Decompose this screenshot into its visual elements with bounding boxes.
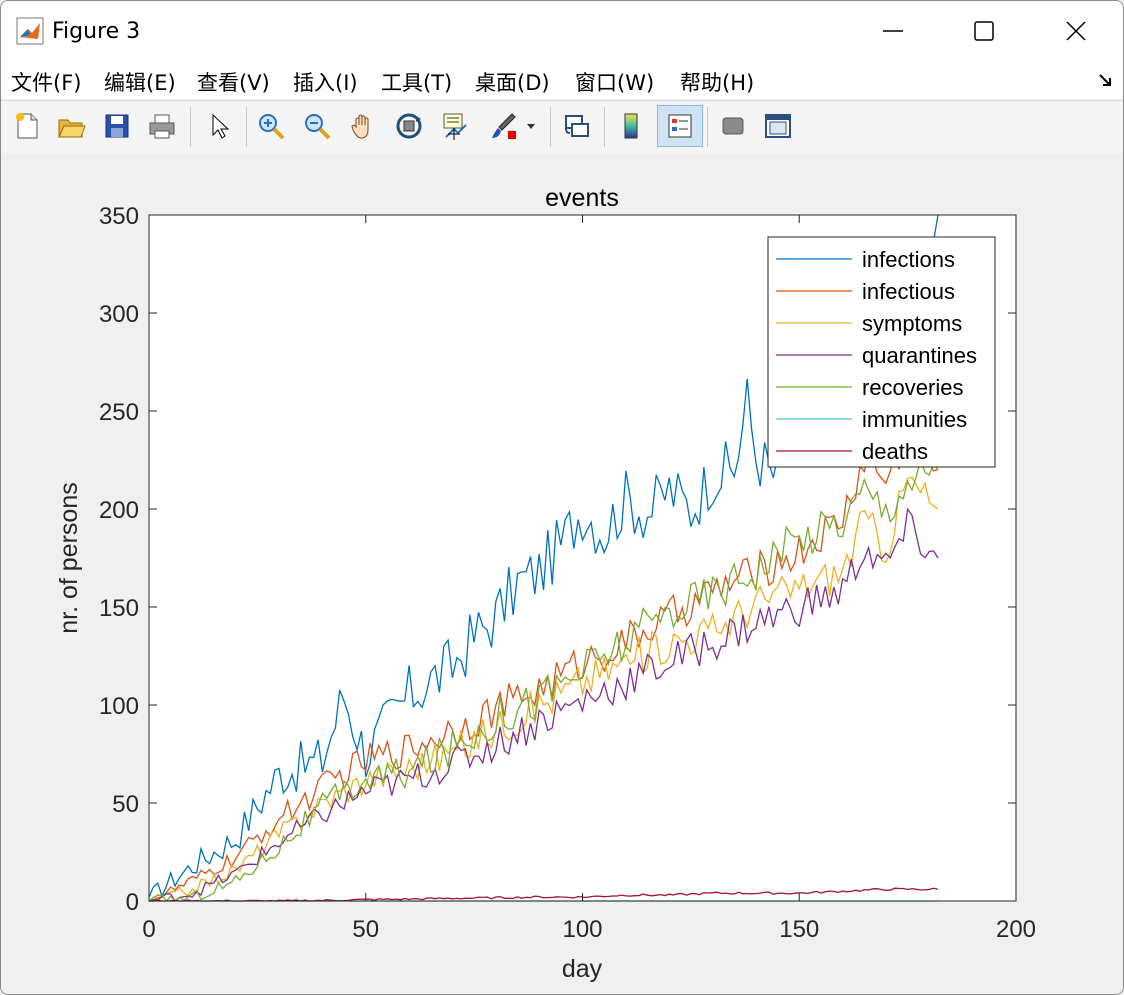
link-plot-icon[interactable] xyxy=(557,105,597,147)
legend-entry-infectious: infectious xyxy=(862,279,955,304)
menu-desktop[interactable]: 桌面(D) xyxy=(475,67,550,97)
maximize-icon xyxy=(974,21,994,41)
menu-window[interactable]: 窗口(W) xyxy=(575,67,654,97)
y-tick-label: 300 xyxy=(99,301,139,328)
toolbar xyxy=(1,100,1123,154)
brush-dropdown-icon[interactable] xyxy=(521,105,541,147)
maximize-button[interactable] xyxy=(938,1,1030,61)
y-tick-label: 200 xyxy=(99,497,139,524)
menu-edit[interactable]: 编辑(E) xyxy=(104,67,176,97)
data-cursor-icon[interactable] xyxy=(435,105,475,147)
hide-plot-tools-icon[interactable] xyxy=(713,105,753,147)
open-file-icon[interactable] xyxy=(51,105,91,147)
menu-view[interactable]: 查看(V) xyxy=(197,67,270,97)
legend-entry-immunities: immunities xyxy=(862,407,967,432)
matlab-app-icon xyxy=(16,17,44,45)
y-tick-label: 100 xyxy=(99,693,139,720)
close-button[interactable] xyxy=(1030,1,1122,61)
y-tick-label: 350 xyxy=(99,203,139,230)
show-plot-tools-icon[interactable] xyxy=(758,105,798,147)
legend[interactable]: infections infectious symptoms quarantines r… xyxy=(767,236,996,468)
y-tick-label: 150 xyxy=(99,595,139,622)
pan-hand-icon[interactable] xyxy=(343,105,383,147)
legend-entry-quarantines: quarantines xyxy=(862,343,977,368)
menu-insert[interactable]: 插入(I) xyxy=(293,67,358,97)
menu-bar: 文件(F) 编辑(E) 查看(V) 插入(I) 工具(T) 桌面(D) 窗口(W… xyxy=(1,61,1123,99)
menu-tools[interactable]: 工具(T) xyxy=(381,67,452,97)
y-tick-label: 250 xyxy=(99,399,139,426)
x-tick-label: 200 xyxy=(996,916,1036,943)
x-tick-label: 100 xyxy=(562,916,602,943)
minimize-button[interactable] xyxy=(847,1,939,61)
legend-entry-recoveries: recoveries xyxy=(862,375,963,400)
zoom-in-icon[interactable] xyxy=(251,105,291,147)
legend-icon[interactable] xyxy=(657,105,703,147)
new-figure-icon[interactable] xyxy=(7,105,47,147)
x-axis-label: day xyxy=(562,955,603,983)
menu-help[interactable]: 帮助(H) xyxy=(680,67,754,97)
legend-entry-deaths: deaths xyxy=(862,439,928,464)
print-icon[interactable] xyxy=(142,105,182,147)
colorbar-icon[interactable] xyxy=(611,105,651,147)
close-icon xyxy=(1066,21,1086,41)
x-tick-label: 150 xyxy=(779,916,819,943)
figure-window: Figure 3 文件(F) 编辑(E) 查看(V) 插入(I) 工具(T) 桌… xyxy=(0,0,1124,995)
dock-arrow-icon[interactable] xyxy=(1097,71,1115,89)
legend-entry-infections: infections xyxy=(862,247,955,272)
y-axis-label: nr. of persons xyxy=(55,482,83,633)
y-tick-label: 50 xyxy=(112,791,139,818)
figure-canvas: 0 50 100 150 200 0 50 100 150 200 250 300 350 events… xyxy=(1,153,1123,994)
x-tick-label: 0 xyxy=(142,916,155,943)
x-tick-label: 50 xyxy=(352,916,379,943)
menu-file[interactable]: 文件(F) xyxy=(11,67,81,97)
save-icon[interactable] xyxy=(97,105,137,147)
zoom-out-icon[interactable] xyxy=(297,105,337,147)
pointer-icon[interactable] xyxy=(199,105,239,147)
rotate-3d-icon[interactable] xyxy=(389,105,429,147)
brush-icon[interactable] xyxy=(483,105,523,147)
minimize-icon xyxy=(883,30,903,32)
chart-title: events xyxy=(545,184,619,212)
y-tick-label: 0 xyxy=(126,889,139,916)
legend-entry-symptoms: symptoms xyxy=(862,311,962,336)
line-chart: 0 50 100 150 200 0 50 100 150 200 250 300 350 events… xyxy=(55,184,1036,983)
window-title: Figure 3 xyxy=(52,19,141,44)
title-bar: Figure 3 xyxy=(1,1,1123,61)
